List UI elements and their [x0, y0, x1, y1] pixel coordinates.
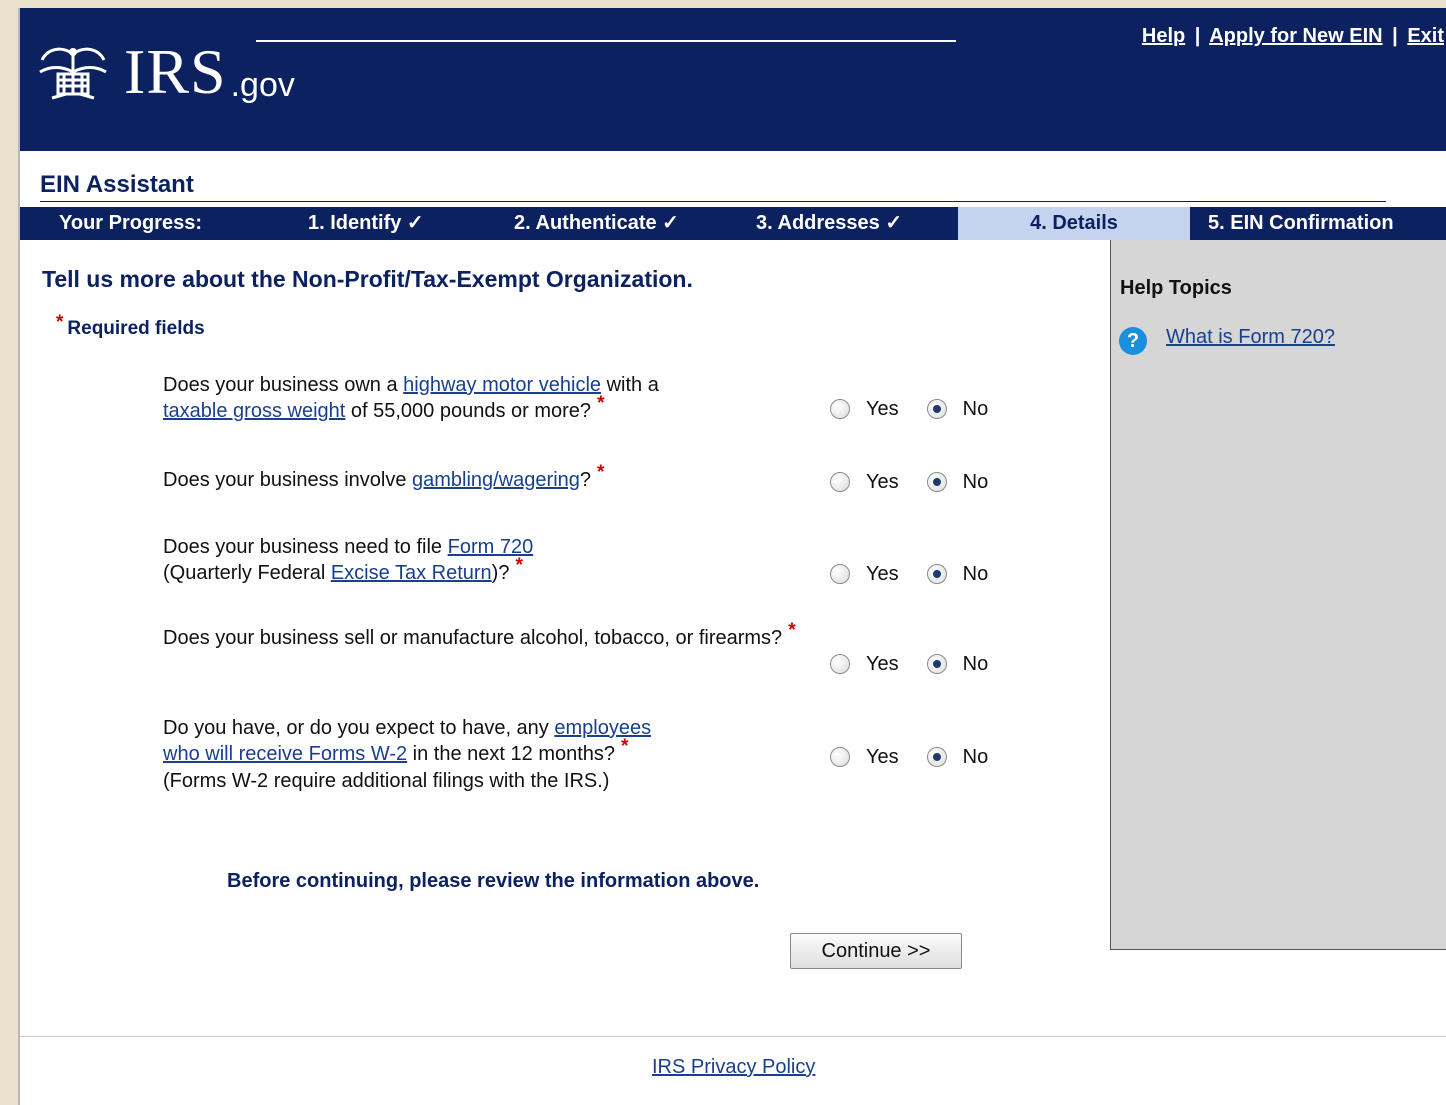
progress-label: Your Progress: [59, 212, 202, 234]
radio-group-employees-w2: Yes No [830, 744, 988, 770]
irs-logo[interactable]: IRS .gov [34, 34, 295, 104]
radio-yes-label: Yes [866, 397, 899, 420]
highway-motor-vehicle-link[interactable]: highway motor vehicle [403, 374, 601, 396]
review-message: Before continuing, please review the inf… [227, 870, 760, 892]
help-topics-title: Help Topics [1120, 277, 1232, 299]
question-circle-icon[interactable]: ? [1119, 327, 1147, 355]
step-identify: 1. Identify ✓ [308, 212, 424, 234]
radio-yes[interactable] [830, 472, 850, 492]
step-addresses: 3. Addresses ✓ [756, 212, 903, 234]
radio-group-alcohol-tobacco-firearms: Yes No [830, 651, 988, 677]
link-separator: | [1392, 25, 1398, 47]
progress-underline [256, 40, 956, 42]
required-label: Required fields [67, 318, 205, 339]
title-divider [40, 201, 1386, 202]
radio-no[interactable] [926, 654, 947, 674]
radio-yes-label: Yes [866, 745, 899, 768]
top-links: Help | Apply for New EIN | Exit [1142, 25, 1444, 48]
w2-note: (Forms W-2 require additional filings wi… [163, 770, 610, 792]
forms-w2-link[interactable]: who will receive Forms W-2 [163, 743, 407, 765]
site-header: IRS .gov Help | Apply for New EIN | Exit [20, 8, 1446, 151]
logo-gov-text: .gov [230, 66, 295, 104]
browser-page: IRS .gov Help | Apply for New EIN | Exit… [18, 8, 1446, 1105]
radio-yes[interactable] [830, 399, 850, 419]
required-fields-note: * Required fields [56, 312, 205, 340]
required-star: * [56, 312, 64, 333]
radio-group-form-720: Yes No [830, 561, 988, 587]
radio-yes-label: Yes [866, 470, 899, 493]
progress-bar: Your Progress: 1. Identify ✓ 2. Authenti… [20, 207, 1446, 240]
help-topic-form-720-link[interactable]: What is Form 720? [1166, 326, 1335, 349]
radio-no-label: No [962, 745, 989, 768]
taxable-gross-weight-link[interactable]: taxable gross weight [163, 400, 345, 422]
radio-group-highway-vehicle: Yes No [830, 396, 988, 422]
footer-divider [20, 1036, 1446, 1037]
radio-yes-label: Yes [866, 562, 899, 585]
required-star: * [788, 620, 796, 641]
radio-no[interactable] [926, 747, 947, 767]
link-separator: | [1194, 25, 1201, 47]
radio-no[interactable] [926, 564, 947, 584]
required-star: * [597, 462, 605, 483]
employees-link[interactable]: employees [554, 717, 651, 739]
privacy-policy-link[interactable]: IRS Privacy Policy [652, 1056, 815, 1079]
required-star: * [515, 555, 523, 576]
radio-yes[interactable] [830, 564, 850, 584]
excise-tax-return-link[interactable]: Excise Tax Return [331, 562, 492, 584]
radio-no-label: No [962, 397, 989, 420]
section-heading: Tell us more about the Non-Profit/Tax-Ex… [42, 266, 693, 292]
question-alcohol-tobacco-firearms: Does your business sell or manufacture a… [163, 620, 796, 649]
question-highway-vehicle: Does your business own a highway motor v… [163, 374, 659, 422]
step-details: 4. Details [958, 207, 1190, 240]
step-ein-confirmation: 5. EIN Confirmation [1208, 212, 1394, 234]
radio-no-label: No [962, 652, 989, 675]
radio-yes[interactable] [830, 747, 850, 767]
help-topics-panel: Help Topics ? What is Form 720? [1110, 240, 1446, 950]
radio-group-gambling: Yes No [830, 469, 988, 495]
radio-no[interactable] [926, 399, 947, 419]
step-authenticate: 2. Authenticate ✓ [514, 212, 679, 234]
question-gambling: Does your business involve gambling/wage… [163, 462, 605, 491]
help-link[interactable]: Help [1142, 25, 1185, 47]
logo-irs-text: IRS [124, 36, 227, 107]
radio-no-label: No [962, 562, 989, 585]
question-form-720: Does your business need to file Form 720… [163, 536, 534, 584]
radio-yes-label: Yes [866, 652, 899, 675]
continue-button[interactable]: Continue >> [790, 933, 962, 969]
apply-new-ein-link[interactable]: Apply for New EIN [1209, 25, 1382, 47]
page-title: EIN Assistant [40, 171, 194, 198]
radio-no[interactable] [926, 472, 947, 492]
radio-no-label: No [962, 470, 989, 493]
required-star: * [621, 736, 629, 757]
eagle-icon [39, 47, 107, 100]
required-star: * [597, 393, 605, 414]
radio-yes[interactable] [830, 654, 850, 674]
exit-link[interactable]: Exit [1407, 25, 1444, 47]
gambling-wagering-link[interactable]: gambling/wagering [412, 469, 580, 491]
question-employees-w2: Do you have, or do you expect to have, a… [163, 717, 652, 792]
